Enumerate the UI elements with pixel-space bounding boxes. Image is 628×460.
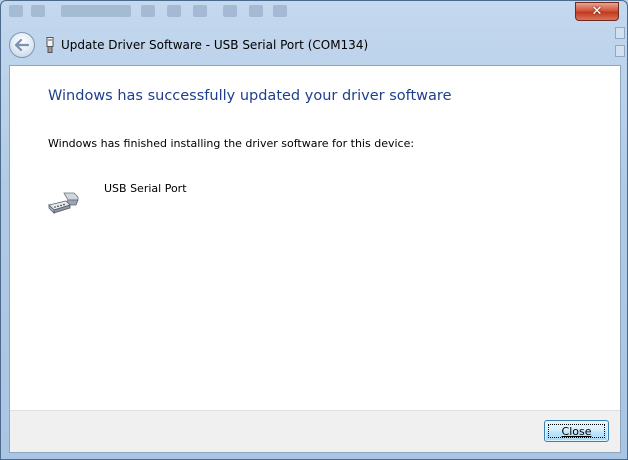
close-button-label: Close bbox=[561, 424, 592, 438]
dialog-window: ✕ Update Driver Software - USB Serial Po… bbox=[0, 0, 628, 460]
background-window-toolbar bbox=[1, 1, 576, 23]
window-title: Update Driver Software - USB Serial Port… bbox=[61, 38, 369, 52]
device-name: USB Serial Port bbox=[104, 182, 187, 195]
title-bar: Update Driver Software - USB Serial Port… bbox=[9, 31, 607, 59]
dialog-footer: Close bbox=[10, 410, 620, 452]
success-heading: Windows has successfully updated your dr… bbox=[48, 88, 452, 104]
close-icon: ✕ bbox=[591, 4, 603, 19]
background-window-controls bbox=[613, 23, 627, 65]
finished-message: Windows has finished installing the driv… bbox=[48, 137, 415, 150]
window-close-button[interactable]: ✕ bbox=[575, 2, 619, 21]
serial-port-icon bbox=[48, 192, 79, 214]
close-button[interactable]: Close bbox=[544, 420, 609, 442]
back-button[interactable] bbox=[9, 32, 35, 58]
dialog-content: Windows has successfully updated your dr… bbox=[9, 65, 621, 453]
back-arrow-icon bbox=[15, 39, 29, 51]
usb-connector-icon bbox=[46, 37, 54, 53]
